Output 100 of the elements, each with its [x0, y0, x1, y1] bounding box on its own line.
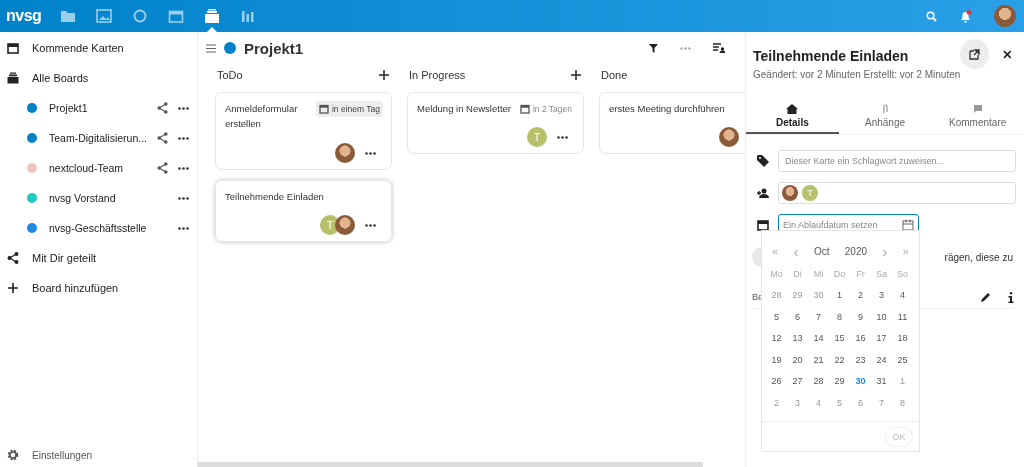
year-label[interactable]: 2020 — [844, 245, 868, 257]
sidebar-icon — [7, 282, 19, 294]
weekday-label: So — [897, 268, 908, 279]
share-icon[interactable] — [157, 102, 168, 114]
external-link-icon — [969, 48, 981, 60]
tab[interactable]: Anhänge — [838, 102, 932, 134]
home-icon — [786, 104, 799, 114]
search-icon[interactable] — [926, 10, 937, 22]
due-badge: in 2 Tagen — [516, 101, 575, 117]
sidebar-item[interactable]: Board hinzufügen — [0, 273, 197, 303]
calendar-day[interactable]: 24 — [876, 354, 887, 365]
calendar-day[interactable]: 20 — [792, 354, 803, 365]
board-title: Projekt1 — [244, 39, 304, 57]
month-label[interactable]: Oct — [813, 245, 830, 257]
close-icon[interactable] — [1003, 50, 1012, 59]
calendar-day[interactable]: 25 — [897, 354, 908, 365]
card[interactable]: Teilnehmende Einladen T — [215, 180, 392, 242]
calendar-day[interactable]: 4 — [900, 290, 905, 301]
tag-field[interactable]: Dieser Karte ein Schlagwort zuweisen... — [778, 150, 1016, 172]
avatar — [335, 143, 355, 163]
weekday-label: Fr — [856, 268, 865, 279]
weekday-label: Di — [793, 268, 802, 279]
weekday-label: Sa — [876, 268, 887, 279]
calendar-day[interactable]: 1 — [837, 290, 842, 301]
card[interactable]: erstes Meeting durchführen — [599, 92, 745, 154]
calendar-day[interactable]: 9 — [858, 311, 863, 322]
more-icon[interactable] — [365, 151, 376, 155]
tab[interactable]: Kommentare — [931, 102, 1024, 134]
calendar-day[interactable]: 31 — [876, 376, 887, 387]
calendar-day[interactable]: 16 — [855, 333, 866, 344]
card[interactable]: Meldung in Newsletter in 2 Tagen T — [407, 92, 584, 154]
view-options-icon[interactable] — [713, 43, 725, 53]
board-item[interactable]: Team-Digitalisierun... — [0, 123, 197, 153]
calendar-icon[interactable] — [902, 219, 914, 231]
more-icon[interactable] — [178, 196, 189, 200]
timestamps: Geändert: vor 2 Minuten Erstellt: vor 2 Minuten — [753, 69, 961, 80]
sidebar-item[interactable]: Mit Dir geteilt — [0, 243, 197, 273]
sidebar-icon — [7, 42, 19, 54]
add-icon[interactable] — [571, 70, 581, 80]
info-icon[interactable] — [1008, 291, 1014, 303]
user-avatar[interactable] — [994, 5, 1016, 27]
board-item[interactable]: nextcloud-Team — [0, 153, 197, 183]
open-external-button[interactable] — [960, 39, 990, 69]
calendar-day[interactable]: 6 — [795, 311, 800, 322]
settings-item[interactable]: Einstellungen — [0, 449, 197, 467]
notification-bell-icon[interactable] — [959, 9, 972, 23]
calendar-day[interactable]: 12 — [771, 333, 782, 344]
weekday-label: Do — [833, 268, 846, 279]
board-item[interactable]: nvsg-Geschäftsstelle — [0, 213, 197, 243]
card-title: Anmeldeformular erstellen — [225, 102, 299, 131]
calendar-day[interactable]: 17 — [876, 333, 887, 344]
calendar-day[interactable]: 27 — [792, 376, 803, 387]
board-item[interactable]: nvsg Vorstand — [0, 183, 197, 213]
share-icon[interactable] — [157, 132, 168, 144]
card[interactable]: Anmeldeformular erstellen in einem Tag — [215, 92, 392, 170]
calendar-day[interactable]: 19 — [771, 354, 782, 365]
calendar-day[interactable]: 2 — [858, 290, 863, 301]
calendar-day[interactable]: 29 — [834, 376, 845, 387]
calendar-day[interactable]: 30 — [855, 376, 866, 387]
scrollbar[interactable] — [198, 462, 703, 467]
calendar-day[interactable]: 13 — [792, 333, 803, 344]
board-item[interactable]: Projekt1 — [0, 93, 197, 123]
calendar-day[interactable]: 23 — [855, 354, 866, 365]
weekday-label: Mi — [813, 268, 824, 279]
card-detail-title: Teilnehmende Einladen — [753, 48, 910, 64]
pencil-icon[interactable] — [981, 292, 991, 302]
calendar-day[interactable]: 11 — [897, 311, 908, 322]
more-icon[interactable] — [365, 223, 376, 227]
more-icon[interactable] — [178, 226, 189, 230]
comment-icon — [971, 104, 984, 114]
calendar-day[interactable]: 28 — [813, 376, 824, 387]
calendar-day[interactable]: 10 — [876, 311, 887, 322]
sidebar-item[interactable]: Alle Boards — [0, 63, 197, 93]
calendar-day[interactable]: 7 — [816, 311, 821, 322]
logo[interactable]: nvsg — [6, 7, 50, 25]
calendar-day[interactable]: 5 — [774, 311, 779, 322]
calendar-day[interactable]: 26 — [771, 376, 782, 387]
due-badge: in einem Tag — [315, 101, 383, 117]
hint-text: rägen, diese zu — [944, 251, 1013, 263]
more-icon[interactable] — [178, 136, 189, 140]
more-icon[interactable] — [557, 135, 568, 139]
tag-icon — [757, 155, 769, 167]
calendar-day[interactable]: 14 — [813, 333, 824, 344]
tab[interactable]: Details — [746, 102, 839, 134]
menu-icon[interactable] — [206, 43, 216, 53]
calendar-day[interactable]: 15 — [834, 333, 845, 344]
avatar — [335, 215, 355, 235]
calendar-day[interactable]: 18 — [897, 333, 908, 344]
avatar — [719, 127, 739, 147]
more-icon[interactable] — [178, 166, 189, 170]
share-icon[interactable] — [157, 162, 168, 174]
more-icon[interactable] — [178, 106, 189, 110]
calendar-day[interactable]: 8 — [837, 311, 842, 322]
avatar: T — [527, 127, 547, 147]
add-icon[interactable] — [379, 70, 389, 80]
sidebar-item[interactable]: Kommende Karten — [0, 33, 197, 63]
calendar-day[interactable]: 22 — [834, 354, 845, 365]
filter-icon[interactable] — [649, 43, 658, 53]
calendar-day[interactable]: 21 — [813, 354, 824, 365]
calendar-day[interactable]: 3 — [879, 290, 884, 301]
